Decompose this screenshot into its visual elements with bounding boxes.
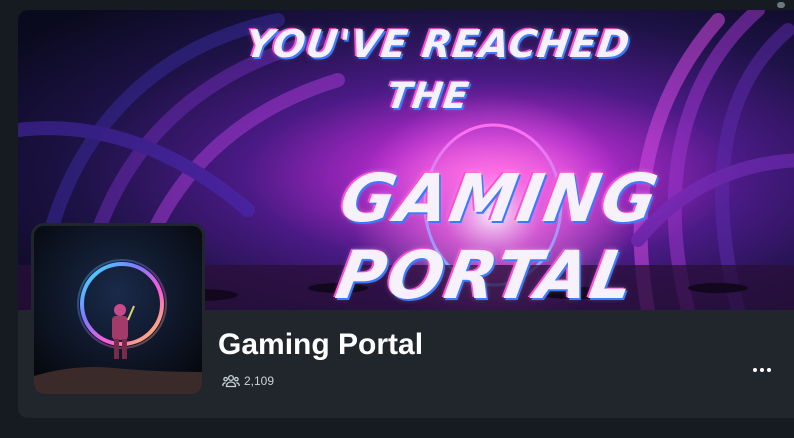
banner-headline-line-2: THE <box>383 76 473 117</box>
people-icon <box>222 374 240 388</box>
more-options-button[interactable] <box>742 358 782 382</box>
member-count[interactable]: 2,109 <box>222 374 274 388</box>
banner-headline-line-3: GAMING PORTAL <box>330 160 666 310</box>
top-strip <box>0 0 794 10</box>
group-avatar[interactable] <box>34 226 202 394</box>
banner-headline-line-1: YOU'VE REACHED <box>242 22 634 66</box>
avatar-art <box>34 226 202 394</box>
more-horizontal-icon <box>753 368 757 372</box>
group-title: Gaming Portal <box>218 328 424 361</box>
scroll-indicator <box>777 2 785 8</box>
group-header-card: YOU'VE REACHED THE GAMING PORTAL Gaming … <box>18 10 794 418</box>
member-count-value: 2,109 <box>244 374 275 388</box>
